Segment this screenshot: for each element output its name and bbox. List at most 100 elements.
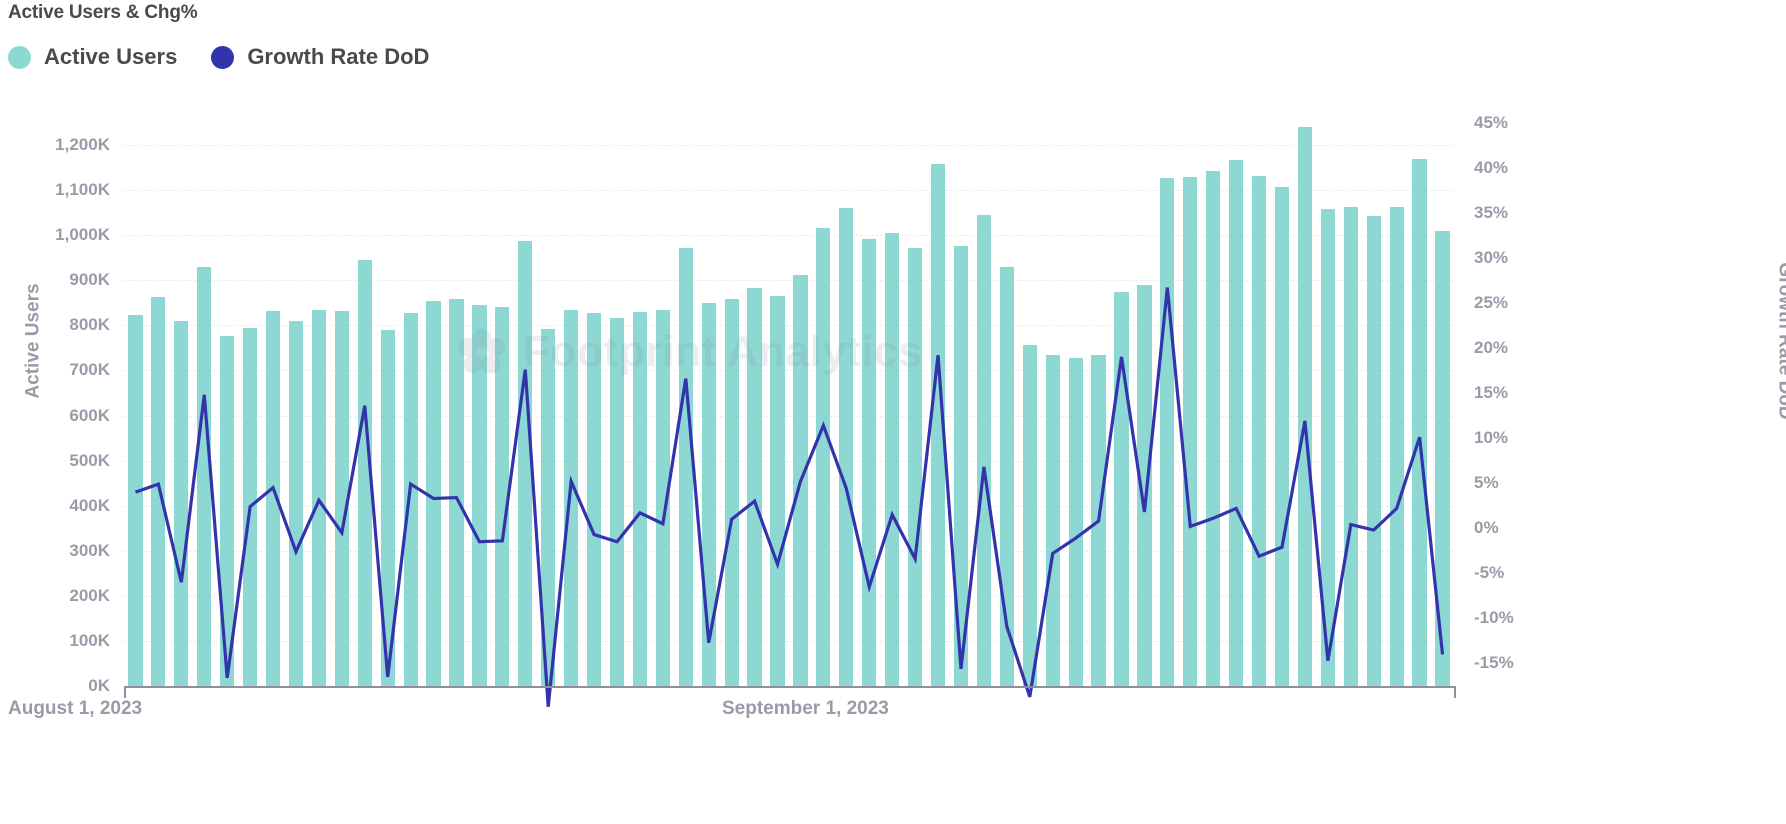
bar[interactable] — [243, 327, 258, 686]
bar[interactable] — [311, 309, 326, 686]
left-axis-tick-label: 600K — [69, 405, 110, 425]
bar[interactable] — [885, 232, 900, 686]
left-axis-tick-label: 1,000K — [55, 225, 110, 245]
legend-swatch-circle-icon — [211, 45, 235, 69]
bar[interactable] — [197, 266, 212, 686]
bar[interactable] — [1297, 127, 1313, 686]
bar[interactable] — [586, 312, 602, 686]
right-axis-tick-label: 15% — [1474, 383, 1509, 402]
x-axis-tick-september: September 1, 2023 — [722, 698, 889, 719]
bar[interactable] — [816, 228, 831, 686]
bar[interactable] — [770, 295, 785, 686]
bar[interactable] — [449, 299, 464, 686]
left-axis-tick-label: 300K — [69, 540, 110, 560]
bar[interactable] — [265, 311, 281, 686]
right-axis-tick-label: -10% — [1474, 608, 1514, 628]
bar[interactable] — [1320, 209, 1335, 686]
x-axis-tick-august: August 1, 2023 — [8, 698, 143, 719]
legend-item-active-users[interactable]: Active Users — [8, 44, 177, 70]
bar[interactable] — [495, 307, 510, 686]
bar[interactable] — [793, 275, 808, 686]
plot-area — [124, 100, 1454, 707]
left-axis-tick-label: 200K — [69, 585, 110, 605]
left-axis-tick-label: 1,200K — [55, 135, 110, 155]
bar[interactable] — [1160, 177, 1175, 686]
left-axis-tick-label: 400K — [69, 495, 110, 515]
right-axis-tick-label: 45% — [1474, 112, 1509, 132]
bar[interactable] — [1091, 354, 1106, 686]
bar[interactable] — [1251, 175, 1267, 686]
left-axis-title: Active Users — [22, 283, 44, 399]
bar[interactable] — [380, 330, 395, 686]
bar[interactable] — [357, 260, 372, 686]
bar[interactable] — [1389, 206, 1404, 686]
bar[interactable] — [128, 315, 143, 686]
legend-label-active-users: Active Users — [44, 44, 178, 69]
legend-label-growth-rate: Growth Rate DoD — [247, 44, 430, 69]
right-axis-tick-label: 40% — [1474, 157, 1509, 177]
bar[interactable] — [541, 328, 556, 686]
right-axis-tick-label: 20% — [1474, 337, 1509, 357]
bar[interactable] — [999, 266, 1014, 686]
bar[interactable] — [976, 215, 991, 686]
left-axis-tick-label: 100K — [69, 630, 110, 650]
legend-swatch-circle-icon — [8, 45, 31, 69]
bar[interactable] — [1045, 354, 1060, 686]
bar[interactable] — [564, 310, 579, 686]
right-axis-tick-label: 25% — [1474, 292, 1509, 312]
bar[interactable] — [930, 164, 946, 686]
bar[interactable] — [220, 336, 235, 686]
bar[interactable] — [403, 312, 418, 686]
bar[interactable] — [1412, 158, 1427, 686]
left-axis-tick-label: 900K — [69, 270, 110, 290]
bar[interactable] — [1435, 230, 1450, 686]
bar[interactable] — [908, 248, 923, 686]
chart-legend: Active Users Growth Rate DoD — [8, 44, 463, 70]
right-axis-tick-label: -15% — [1474, 653, 1514, 673]
bar[interactable] — [1366, 215, 1381, 686]
bar[interactable] — [518, 240, 533, 686]
right-axis-tick-label: 30% — [1474, 247, 1509, 267]
bar[interactable] — [1022, 345, 1037, 686]
right-axis-tick-label: 35% — [1474, 202, 1509, 222]
left-axis-tick-label: 700K — [69, 360, 110, 380]
bar[interactable] — [701, 303, 716, 686]
bar[interactable] — [724, 299, 739, 686]
bar[interactable] — [426, 300, 441, 686]
left-axis-tick-label: 800K — [69, 315, 110, 335]
bar[interactable] — [1274, 186, 1290, 686]
right-axis-tick-label: 5% — [1474, 473, 1499, 493]
bar[interactable] — [839, 208, 854, 686]
bar-series-active-users — [124, 100, 1454, 686]
legend-item-growth-rate[interactable]: Growth Rate DoD — [211, 44, 429, 70]
bar[interactable] — [1068, 358, 1083, 686]
x-axis-line — [124, 686, 1456, 698]
right-axis-tick-label: -5% — [1474, 563, 1505, 583]
bar[interactable] — [1229, 159, 1244, 686]
bar[interactable] — [334, 311, 349, 686]
right-axis-tick-label: 10% — [1474, 428, 1509, 448]
bar[interactable] — [655, 310, 670, 686]
left-axis-tick-label: 0K — [88, 676, 110, 695]
bar[interactable] — [1137, 284, 1152, 686]
right-axis-title: Growth Rate DoD — [1774, 262, 1786, 420]
bar[interactable] — [1206, 170, 1221, 686]
bar[interactable] — [151, 297, 166, 686]
chart-card: Active Users & Chg% Active Users Growth … — [0, 0, 1786, 824]
left-axis-tick-label: 500K — [69, 450, 110, 470]
bar[interactable] — [953, 245, 969, 686]
bar[interactable] — [632, 311, 648, 686]
bar[interactable] — [174, 320, 189, 686]
bar[interactable] — [472, 305, 487, 686]
bar[interactable] — [747, 287, 762, 686]
left-axis-tick-label: 1,100K — [55, 180, 110, 200]
chart-title: Active Users & Chg% — [8, 2, 198, 23]
bar[interactable] — [1343, 207, 1358, 686]
bar[interactable] — [1183, 176, 1198, 686]
bar[interactable] — [1114, 292, 1129, 686]
bar[interactable] — [609, 318, 625, 686]
right-axis-tick-label: 0% — [1474, 518, 1499, 538]
bar[interactable] — [678, 247, 693, 686]
bar[interactable] — [862, 239, 877, 686]
bar[interactable] — [288, 320, 304, 686]
